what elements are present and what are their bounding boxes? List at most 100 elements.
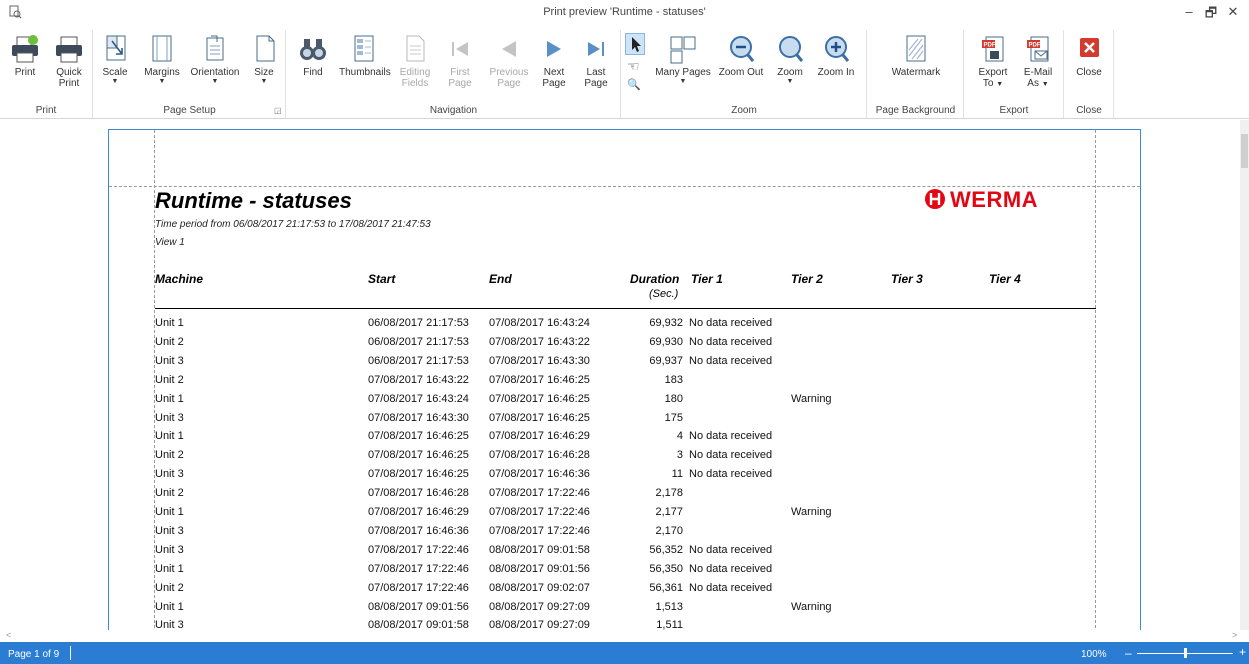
cell-duration: 3 [676, 449, 683, 462]
editing-fields-icon [406, 35, 425, 62]
orientation-button[interactable]: Orientation ▼ [188, 34, 242, 86]
table-row: Unit 3 07/08/2017 16:43:30 07/08/2017 16:4… [109, 408, 1109, 427]
zoom-slider-thumb[interactable] [1184, 648, 1187, 658]
margins-button[interactable]: Margins ▼ [140, 34, 184, 86]
col-header-machine: Machine [155, 272, 204, 286]
cell-duration: 4 [676, 430, 683, 443]
zoom-in-icon [825, 36, 850, 62]
zoom-out-icon [730, 36, 755, 62]
size-button[interactable]: Size ▼ [249, 34, 279, 86]
werma-logo-text: WERMA [950, 187, 1039, 212]
close-preview-button[interactable]: Close [1073, 34, 1105, 78]
cell-start: 07/08/2017 17:22:46 [368, 562, 469, 575]
navigation-group-label: Navigation [429, 105, 478, 116]
many-pages-button[interactable]: Many Pages ▼ [654, 34, 712, 86]
cell-duration: 183 [664, 373, 683, 386]
cell-start: 07/08/2017 16:43:22 [368, 373, 469, 386]
cell-machine: Unit 3 [155, 524, 184, 537]
margins-dropdown-arrow-icon: ▼ [158, 78, 166, 85]
orientation-icon [206, 35, 224, 61]
cell-duration: 2,170 [655, 524, 683, 537]
svg-text:PDF: PDF [984, 43, 996, 49]
zoom-slider-minus-button[interactable]: – [1125, 646, 1132, 660]
pointer-tool-button[interactable] [625, 33, 645, 55]
cell-start: 07/08/2017 16:43:24 [368, 392, 469, 405]
cell-start: 07/08/2017 16:46:36 [368, 524, 469, 537]
vertical-scroll-thumb[interactable] [1241, 134, 1248, 168]
cell-tier2: Warning [791, 392, 832, 405]
editing-fields-button[interactable]: Editing Fields [395, 34, 435, 89]
page-background-group: Watermark Page Background [868, 30, 964, 118]
hand-tool-icon[interactable]: ☜ [627, 58, 643, 74]
previous-page-button[interactable]: Previous Page [487, 34, 531, 89]
cell-tier1: No data received [689, 543, 773, 556]
orientation-dropdown-arrow-icon: ▼ [211, 78, 219, 85]
table-row: Unit 1 07/08/2017 16:46:25 07/08/2017 16:4… [109, 426, 1109, 445]
cell-start: 07/08/2017 17:22:46 [368, 543, 469, 556]
cell-duration: 69,930 [649, 335, 683, 348]
report-page: Runtime - statuses Time period from 06/0… [108, 129, 1141, 630]
watermark-button[interactable]: Watermark [886, 34, 946, 78]
magnifier-tool-icon[interactable]: 🔍 [627, 78, 643, 94]
close-window-button[interactable]: ✕ [1224, 4, 1242, 22]
vertical-scrollbar[interactable] [1240, 120, 1249, 630]
email-as-button[interactable]: PDF E-Mail As ▼ [1019, 34, 1057, 90]
table-row: Unit 2 07/08/2017 16:46:25 07/08/2017 16:4… [109, 445, 1109, 464]
quick-print-button[interactable]: Quick Print [50, 34, 88, 89]
page-size-icon [256, 35, 275, 62]
page-background-group-label: Page Background [875, 105, 956, 116]
cell-end: 07/08/2017 16:46:29 [489, 430, 590, 443]
cell-tier1: No data received [689, 581, 773, 594]
cell-end: 07/08/2017 16:46:28 [489, 449, 590, 462]
cell-start: 07/08/2017 16:46:25 [368, 449, 469, 462]
cell-start: 07/08/2017 16:46:29 [368, 506, 469, 518]
minimize-button[interactable]: – [1180, 4, 1198, 22]
col-header-tier2: Tier 2 [791, 272, 823, 286]
find-button[interactable]: Find [295, 34, 331, 78]
cell-duration: 69,932 [649, 317, 683, 329]
print-button[interactable]: Print [8, 34, 42, 78]
scroll-right-arrow-icon[interactable]: > [1232, 630, 1237, 640]
scroll-left-arrow-icon[interactable]: < [6, 630, 11, 640]
table-row: Unit 3 07/08/2017 17:22:46 08/08/2017 09:0… [109, 540, 1109, 559]
horizontal-scrollbar[interactable]: < > [0, 630, 1249, 642]
scale-button[interactable]: Scale ▼ [100, 34, 130, 86]
zoom-group-label: Zoom [731, 105, 757, 116]
zoom-button[interactable]: Zoom ▼ [774, 34, 806, 86]
col-header-tier4: Tier 4 [989, 272, 1021, 286]
page-info: Page 1 of 9 [8, 649, 60, 660]
pointer-icon [632, 37, 641, 52]
cell-end: 07/08/2017 17:22:46 [489, 524, 590, 537]
cell-end: 07/08/2017 17:22:46 [489, 487, 590, 500]
svg-text:PDF: PDF [1029, 43, 1041, 49]
restore-button[interactable]: 🗗 [1202, 4, 1220, 22]
printer-icon [12, 35, 38, 63]
first-page-button[interactable]: First Page [443, 34, 477, 89]
last-page-button[interactable]: Last Page [579, 34, 613, 89]
table-row: Unit 1 07/08/2017 17:22:46 08/08/2017 09:0… [109, 559, 1109, 578]
cell-machine: Unit 1 [155, 562, 184, 575]
cell-end: 08/08/2017 09:27:09 [489, 619, 590, 630]
zoom-slider-plus-button[interactable]: + [1239, 645, 1246, 659]
thumbnails-icon [354, 35, 374, 62]
binoculars-icon [300, 39, 326, 60]
cell-start: 06/08/2017 21:17:53 [368, 354, 469, 367]
zoom-out-button[interactable]: Zoom Out [718, 34, 764, 78]
zoom-in-button[interactable]: Zoom In [814, 34, 858, 78]
cell-start: 06/08/2017 21:17:53 [368, 335, 469, 348]
next-page-button[interactable]: Next Page [537, 34, 571, 89]
table-row: Unit 2 07/08/2017 17:22:46 08/08/2017 09:0… [109, 578, 1109, 597]
close-group: Close Close [1065, 30, 1114, 118]
cell-machine: Unit 1 [155, 430, 184, 443]
cell-tier1: No data received [689, 562, 773, 575]
cell-tier1: No data received [689, 449, 773, 462]
cell-duration: 56,352 [649, 543, 683, 556]
title-bar: Print preview 'Runtime - statuses' – 🗗 ✕ [0, 0, 1249, 26]
thumbnails-button[interactable]: Thumbnails [339, 34, 391, 78]
cell-machine: Unit 1 [155, 506, 184, 518]
page-setup-dialog-launcher-icon[interactable]: ◲ [274, 107, 282, 115]
cell-duration: 56,350 [649, 562, 683, 575]
export-to-button[interactable]: PDF Export To ▼ [975, 34, 1011, 90]
page-setup-group-label: Page Setup [163, 105, 216, 116]
document-viewer[interactable]: Runtime - statuses Time period from 06/0… [0, 120, 1240, 630]
